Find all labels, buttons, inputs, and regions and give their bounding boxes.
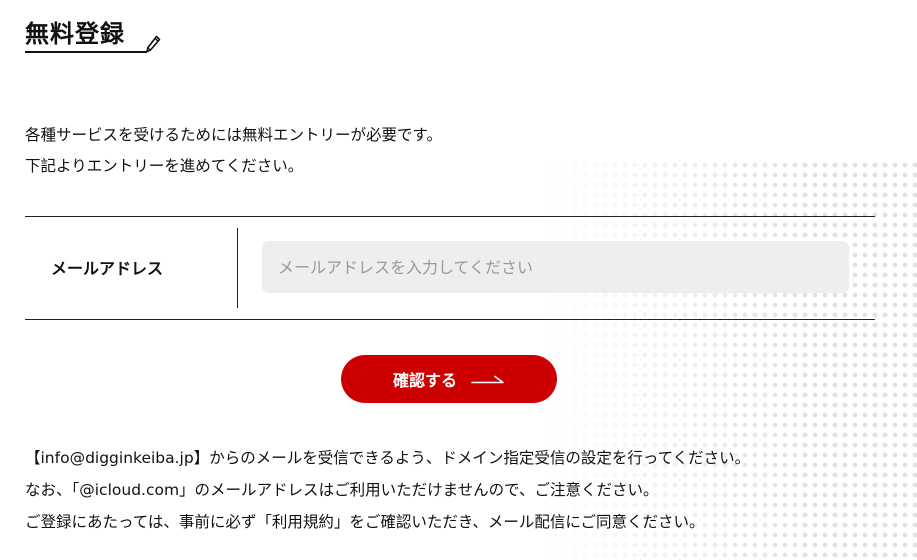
email-form-row: メールアドレス: [25, 216, 875, 320]
email-label: メールアドレス: [51, 259, 164, 278]
field-divider: [237, 228, 238, 308]
intro-text: 各種サービスを受けるためには無料エントリーが必要です。 下記よりエントリーを進め…: [25, 120, 442, 182]
notice-text: 【info@digginkeiba.jp】からのメールを受信できるよう、ドメイン…: [25, 442, 750, 538]
title-area: 無料登録: [25, 18, 161, 53]
email-input[interactable]: [262, 241, 849, 293]
notice-line: ご登録にあたっては、事前に必ず「利用規約」をご確認いただき、メール配信にご同意く…: [25, 513, 705, 531]
page-title: 無料登録: [25, 18, 147, 53]
intro-line: 下記よりエントリーを進めてください。: [25, 157, 304, 175]
notice-line: 【info@digginkeiba.jp】からのメールを受信できるよう、ドメイン…: [25, 449, 751, 467]
intro-line: 各種サービスを受けるためには無料エントリーが必要です。: [25, 126, 442, 144]
arrow-right-icon: [471, 375, 504, 384]
confirm-button[interactable]: 確認する: [341, 355, 557, 403]
registration-page: 無料登録 各種サービスを受けるためには無料エントリーが必要です。 下記よりエント…: [0, 0, 917, 560]
confirm-button-label: 確認する: [392, 371, 457, 390]
pencil-icon: [146, 35, 161, 53]
notice-line: なお、「@icloud.com」のメールアドレスはご利用いただけませんので、ご注…: [25, 481, 659, 499]
